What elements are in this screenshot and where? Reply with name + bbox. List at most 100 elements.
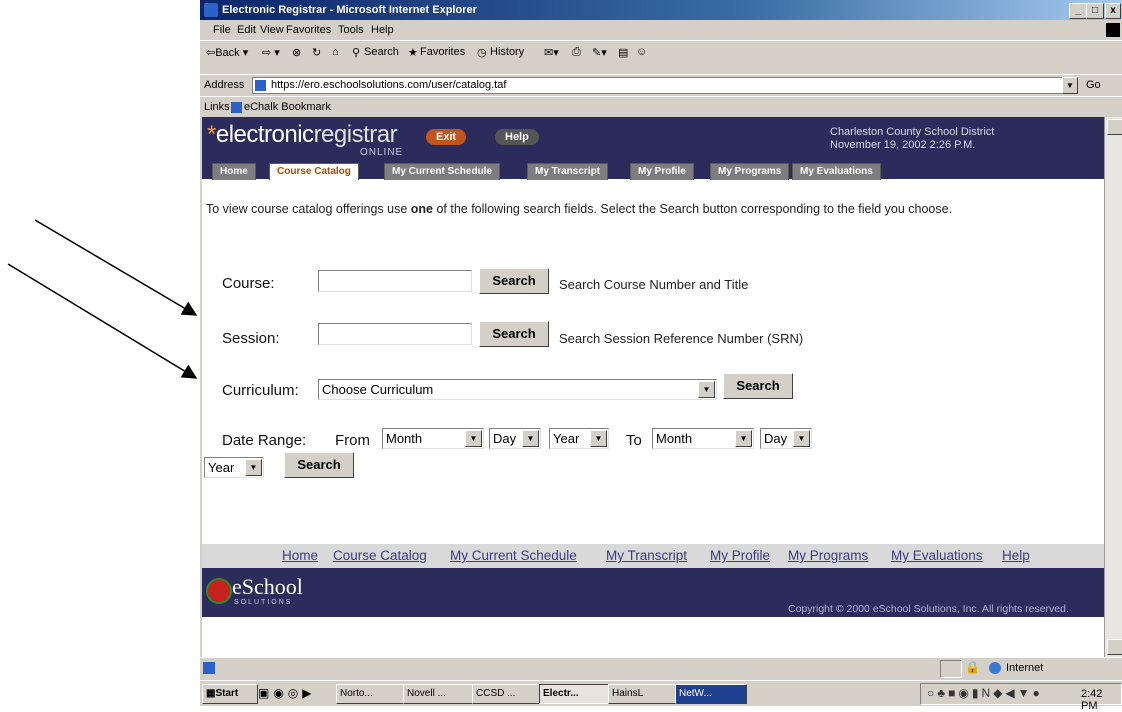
footer-link-course-catalog[interactable]: Course Catalog [333,548,427,563]
tab-my-transcript[interactable]: My Transcript [527,163,609,180]
chevron-down-icon[interactable]: ▼ [522,430,539,447]
menu-view[interactable]: View [260,24,284,36]
go-button[interactable]: Go [1086,79,1101,91]
tray-icons[interactable]: ○♣■◉▮N◆◀▼● [927,686,1043,700]
arrow-to-session [34,219,198,316]
session-input[interactable] [318,323,472,345]
history-button[interactable]: History [490,46,524,58]
edit-icon[interactable]: ✎▾ [592,46,607,59]
discuss-icon[interactable]: ▤ [618,46,628,59]
instructions: To view course catalog offerings use one… [206,202,953,216]
stop-icon[interactable]: ⊗ [292,46,301,59]
chevron-down-icon[interactable]: ▼ [793,430,810,447]
to-day-select[interactable]: Day ▼ [760,428,812,449]
date-range-label: Date Range: [222,432,307,449]
address-bar: Address https://ero.eschoolsolutions.com… [200,74,1122,97]
curriculum-select[interactable]: Choose Curriculum ▼ [318,379,717,400]
course-input[interactable] [318,270,472,292]
address-input[interactable]: https://ero.eschoolsolutions.com/user/ca… [252,77,1076,94]
clock: 2:42 PM [1081,688,1103,712]
menu-help[interactable]: Help [371,24,394,36]
search-button[interactable]: Search [364,46,399,58]
from-day-select[interactable]: Day ▼ [489,428,541,449]
session-label: Session: [222,330,280,347]
search-icon[interactable]: ⚲ [352,46,360,59]
from-month-select[interactable]: Month ▼ [382,428,484,449]
course-search-button[interactable]: Search [479,268,549,294]
menu-bar: File Edit View Favorites Tools Help [200,20,1122,40]
print-icon[interactable]: ⎙ [572,46,581,59]
windows-logo-icon [1106,23,1120,37]
tab-my-profile[interactable]: My Profile [630,163,694,180]
footer-nav: Home Course Catalog My Current Schedule … [202,544,1104,568]
links-label: Links [204,101,230,113]
to-month-select[interactable]: Month ▼ [652,428,754,449]
history-icon[interactable]: ◷ [477,46,487,59]
taskbar-task-hainsl[interactable]: HainsL [608,684,678,704]
refresh-icon[interactable]: ↻ [312,46,321,59]
tab-my-programs[interactable]: My Programs [710,163,790,180]
system-tray: ○♣■◉▮N◆◀▼● 2:42 PM [920,683,1122,712]
quick-launch-icons[interactable]: ▣◉◎▶ [258,686,316,700]
close-button[interactable]: x [1105,3,1121,19]
mail-icon[interactable]: ✉▾ [544,46,559,59]
chevron-down-icon[interactable]: ▼ [245,459,262,476]
start-button[interactable]: ▦Start [202,684,258,704]
help-button[interactable]: Help [495,129,539,145]
menu-favorites[interactable]: Favorites [286,24,331,36]
tab-my-current-schedule[interactable]: My Current Schedule [384,163,501,180]
footer-link-my-evaluations[interactable]: My Evaluations [891,548,983,563]
to-year-select[interactable]: Year ▼ [204,457,264,478]
tab-home[interactable]: Home [212,163,256,180]
footer-link-my-profile[interactable]: My Profile [710,548,770,563]
footer-link-help[interactable]: Help [1002,548,1030,563]
maximize-button[interactable]: □ [1086,3,1104,19]
curriculum-search-button[interactable]: Search [723,373,793,399]
lock-icon: 🔒 [965,660,980,674]
date-search-button[interactable]: Search [284,452,354,478]
course-label: Course: [222,275,275,292]
taskbar: ▦Start ▣◉◎▶ Norto... Novell ... CCSD ...… [200,680,1122,712]
from-year-select[interactable]: Year ▼ [549,428,609,449]
footer-link-home[interactable]: Home [282,548,318,563]
home-icon[interactable]: ⌂ [332,46,339,58]
arrow-to-curriculum [7,263,198,379]
menu-file[interactable]: File [213,24,231,36]
footer-link-my-current-schedule[interactable]: My Current Schedule [450,548,577,563]
tab-course-catalog[interactable]: Course Catalog [269,163,359,180]
messenger-icon[interactable]: ☺ [636,46,647,58]
address-dropdown-icon[interactable]: ▼ [1062,77,1078,94]
vertical-scrollbar[interactable] [1104,117,1122,657]
echalk-bookmark-link[interactable]: eChalk Bookmark [244,101,331,113]
chevron-down-icon[interactable]: ▼ [465,430,482,447]
footer-link-my-programs[interactable]: My Programs [788,548,868,563]
chevron-down-icon[interactable]: ▼ [698,381,715,398]
status-cell [940,660,962,678]
taskbar-task-novell[interactable]: Novell ... [403,684,475,704]
ie-icon [204,3,218,17]
forward-button[interactable]: ⇨ ▾ [262,46,280,59]
chevron-down-icon[interactable]: ▼ [735,430,752,447]
menu-tools[interactable]: Tools [338,24,364,36]
taskbar-task-norton[interactable]: Norto... [336,684,406,704]
footer-link-my-transcript[interactable]: My Transcript [606,548,687,563]
session-hint: Search Session Reference Number (SRN) [559,331,804,346]
chevron-down-icon[interactable]: ▼ [590,430,607,447]
favorites-button[interactable]: Favorites [420,46,465,58]
minimize-button[interactable]: _ [1069,3,1087,19]
favorites-icon[interactable]: ★ [408,46,418,59]
page-content: *electronicregistrar ONLINE Exit Help Ch… [202,117,1104,657]
taskbar-task-electronic-registrar[interactable]: Electr... [539,684,611,704]
copyright-text: Copyright © 2000 eSchool Solutions, Inc.… [788,603,1069,615]
links-bar: Links eChalk Bookmark [200,96,1122,117]
menu-edit[interactable]: Edit [237,24,256,36]
scroll-up-icon[interactable] [1107,119,1122,135]
session-search-button[interactable]: Search [479,321,549,347]
scroll-down-icon[interactable] [1107,639,1122,655]
back-button[interactable]: ⇦Back ▾ [206,46,248,59]
footer-bar: eSchool SOLUTIONS Copyright © 2000 eScho… [202,568,1104,617]
taskbar-task-netware[interactable]: NetW... [675,684,747,704]
exit-button[interactable]: Exit [426,129,467,145]
taskbar-task-ccsd[interactable]: CCSD ... [472,684,542,704]
tab-my-evaluations[interactable]: My Evaluations [792,163,881,180]
